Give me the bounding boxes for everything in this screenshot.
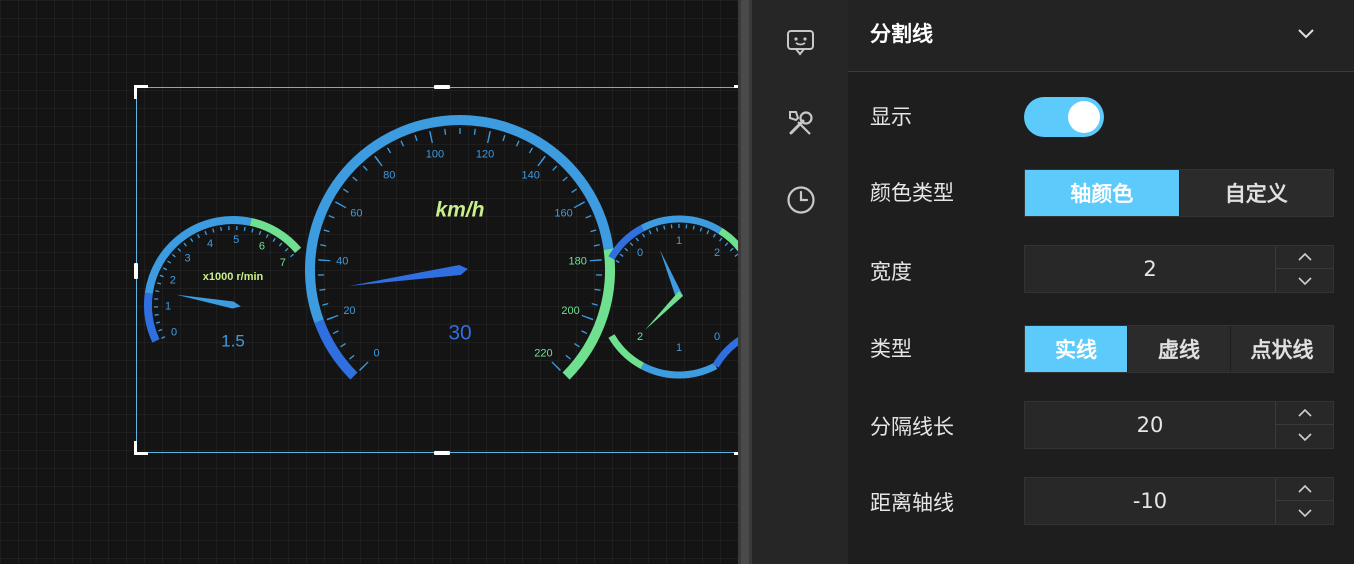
resize-handle-bottom-left[interactable]	[134, 441, 148, 455]
section-header[interactable]: 分割线	[848, 0, 1354, 72]
width-number-input[interactable]: 2	[1024, 245, 1334, 293]
chevron-down-icon[interactable]	[1276, 425, 1334, 448]
axis-distance-value[interactable]: -10	[1025, 478, 1275, 524]
resize-handle-left[interactable]	[134, 263, 138, 279]
chevron-up-icon[interactable]	[1276, 246, 1334, 269]
chevron-up-icon[interactable]	[1276, 402, 1334, 425]
width-stepper	[1275, 246, 1334, 292]
resize-handle-bottom[interactable]	[434, 451, 450, 455]
chevron-up-icon[interactable]	[1276, 478, 1334, 501]
width-label: 宽度	[870, 260, 912, 284]
selection-box[interactable]	[134, 85, 738, 455]
color-type-axis-color-button[interactable]: 轴颜色	[1025, 170, 1180, 216]
side-toolbar	[752, 0, 848, 564]
split-length-stepper	[1275, 402, 1334, 448]
color-type-segmented: 轴颜色 自定义	[1024, 169, 1334, 217]
axis-distance-label: 距离轴线	[870, 491, 954, 515]
color-type-label: 颜色类型	[870, 181, 954, 205]
wrench-screwdriver-icon[interactable]	[785, 107, 817, 139]
line-type-dotted-button[interactable]: 点状线	[1231, 326, 1333, 372]
show-toggle[interactable]	[1024, 97, 1104, 137]
line-type-dashed-button[interactable]: 虚线	[1128, 326, 1231, 372]
split-length-label: 分隔线长	[870, 415, 954, 439]
section-title: 分割线	[870, 22, 933, 46]
axis-distance-stepper	[1275, 478, 1334, 524]
split-length-value[interactable]: 20	[1025, 402, 1275, 448]
chevron-down-icon[interactable]	[1294, 22, 1318, 46]
editor-canvas[interactable]: 0 20 40 60 80 100 120 140 160 180 200 220 km/h 30 0 1 2 3…	[0, 0, 738, 564]
property-panel: 分割线 显示 颜色类型 轴颜色 自定义 宽度 2 类型 实线 虚线 点状线 分隔…	[848, 0, 1354, 564]
line-type-label: 类型	[870, 337, 912, 361]
resize-handle-top-left[interactable]	[134, 85, 148, 99]
line-type-solid-button[interactable]: 实线	[1025, 326, 1128, 372]
axis-distance-number-input[interactable]: -10	[1024, 477, 1334, 525]
clock-icon[interactable]	[785, 184, 817, 216]
chevron-down-icon[interactable]	[1276, 269, 1334, 292]
app-window: 0 20 40 60 80 100 120 140 160 180 200 220 km/h 30 0 1 2 3…	[0, 0, 1354, 564]
line-type-segmented: 实线 虚线 点状线	[1024, 325, 1334, 373]
resize-handle-top[interactable]	[434, 85, 450, 89]
chevron-down-icon[interactable]	[1276, 501, 1334, 524]
width-value[interactable]: 2	[1025, 246, 1275, 292]
split-length-number-input[interactable]: 20	[1024, 401, 1334, 449]
show-label: 显示	[870, 105, 912, 129]
toggle-knob	[1068, 101, 1100, 133]
scrollbar-thumb[interactable]	[741, 0, 749, 564]
color-type-custom-button[interactable]: 自定义	[1180, 170, 1334, 216]
canvas-scrollbar[interactable]	[738, 0, 752, 564]
chat-icon[interactable]	[785, 26, 817, 58]
